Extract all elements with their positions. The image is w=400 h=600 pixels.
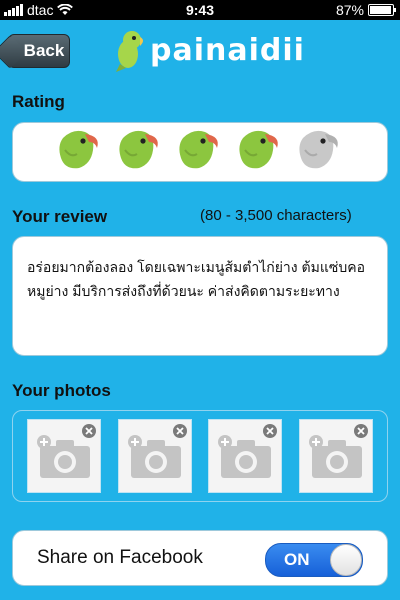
status-bar: dtac 9:43 87%	[0, 0, 400, 20]
camera-add-icon	[127, 435, 181, 478]
review-char-hint: (80 - 3,500 characters)	[200, 207, 352, 224]
rating-stars	[13, 123, 387, 181]
rating-parrot-filled-icon[interactable]	[115, 128, 165, 177]
add-photo-slot[interactable]	[117, 419, 192, 493]
review-text: อร่อยมากต้องลอง โดยเฉพาะเมนูส้มตำไก่ย่าง…	[27, 259, 366, 299]
remove-photo-icon[interactable]	[263, 424, 278, 438]
facebook-share-toggle[interactable]: ON	[265, 543, 363, 577]
remove-photo-icon[interactable]	[353, 424, 368, 438]
nav-bar: Back painaidii	[0, 20, 400, 84]
battery-percent: 87%	[335, 2, 364, 18]
app-logo: painaidii	[112, 28, 305, 72]
photos-panel	[12, 410, 388, 502]
remove-photo-icon[interactable]	[172, 424, 187, 438]
review-textarea[interactable]: อร่อยมากต้องลอง โดยเฉพาะเมนูส้มตำไก่ย่าง…	[12, 236, 388, 356]
battery-group: 87%	[335, 2, 396, 18]
facebook-share-label: Share on Facebook	[37, 547, 203, 568]
camera-add-icon	[37, 435, 91, 478]
remove-photo-icon[interactable]	[82, 424, 97, 438]
photos-label: Your photos	[12, 381, 111, 400]
add-photo-slot[interactable]	[298, 419, 373, 493]
parrot-logo-icon	[116, 31, 143, 72]
rating-panel	[12, 122, 388, 182]
add-photo-slot[interactable]	[208, 419, 283, 493]
toggle-knob[interactable]	[330, 544, 362, 576]
rating-label: Rating	[12, 92, 65, 111]
camera-add-icon	[218, 435, 272, 478]
add-photo-slot[interactable]	[27, 419, 102, 493]
battery-icon	[368, 4, 396, 16]
logo-text: painaidii	[150, 32, 305, 68]
facebook-share-row: Share on Facebook ON	[12, 530, 388, 586]
rating-parrot-empty-icon[interactable]	[295, 128, 345, 177]
camera-add-icon	[308, 435, 362, 478]
back-button[interactable]: Back	[8, 34, 70, 68]
review-label: Your review	[12, 207, 108, 226]
rating-parrot-filled-icon[interactable]	[175, 128, 225, 177]
rating-parrot-filled-icon[interactable]	[55, 128, 105, 177]
toggle-state-label: ON	[284, 550, 310, 569]
rating-parrot-filled-icon[interactable]	[235, 128, 285, 177]
back-button-label: Back	[23, 41, 65, 60]
